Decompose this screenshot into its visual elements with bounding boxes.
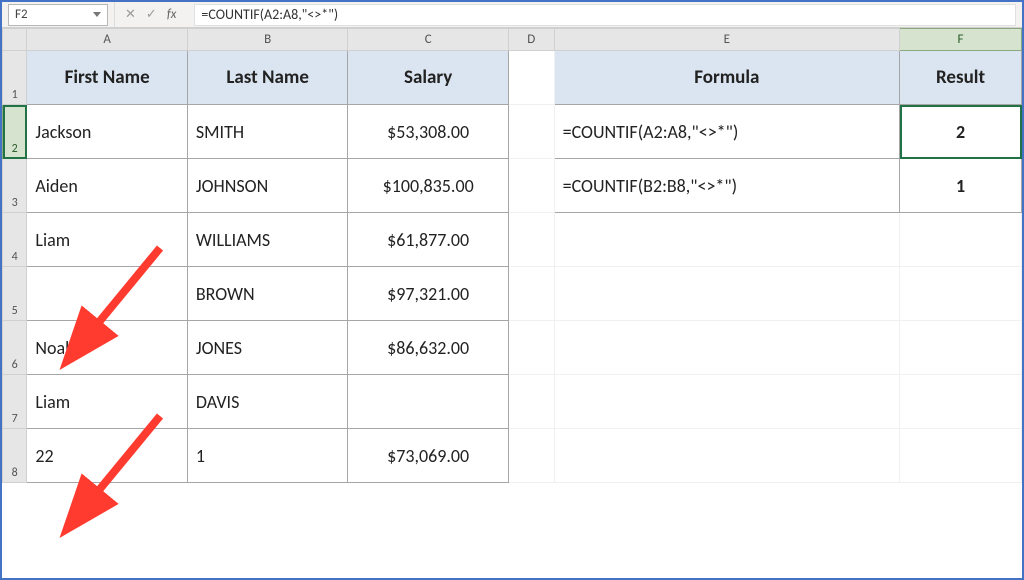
cell-E4[interactable]	[554, 213, 899, 267]
row-header-2[interactable]: 2	[3, 105, 27, 159]
grid: A B C D E F 1 First Name Last Name Salar…	[2, 28, 1022, 483]
row-header-5[interactable]: 5	[3, 267, 27, 321]
formula-bar-buttons: ✕ ✓ fx	[114, 2, 194, 27]
formula-text: =COUNTIF(A2:A8,"<>*")	[201, 6, 338, 23]
formula-bar: F2 ✕ ✓ fx =COUNTIF(A2:A8,"<>*")	[2, 2, 1022, 28]
col-header-F[interactable]: F	[900, 29, 1022, 51]
cell-B6[interactable]: JONES	[187, 321, 348, 375]
cell-D1[interactable]	[508, 51, 554, 105]
col-header-A[interactable]: A	[27, 29, 188, 51]
col-header-E[interactable]: E	[554, 29, 899, 51]
name-box-dropdown-icon[interactable]	[93, 12, 101, 17]
cell-D3[interactable]	[508, 159, 554, 213]
cell-A3[interactable]: Aiden	[27, 159, 188, 213]
cell-B5[interactable]: BROWN	[187, 267, 348, 321]
row-header-3[interactable]: 3	[3, 159, 27, 213]
cell-D2[interactable]	[508, 105, 554, 159]
cell-B8[interactable]: 1	[187, 429, 348, 483]
col-header-D[interactable]: D	[508, 29, 554, 51]
cell-A2[interactable]: Jackson	[27, 105, 188, 159]
header-formula[interactable]: Formula	[554, 51, 899, 105]
row-header-8[interactable]: 8	[3, 429, 27, 483]
cell-E6[interactable]	[554, 321, 899, 375]
select-all-corner[interactable]	[3, 29, 27, 51]
cell-B2[interactable]: SMITH	[187, 105, 348, 159]
cell-F5[interactable]	[900, 267, 1022, 321]
cell-F7[interactable]	[900, 375, 1022, 429]
confirm-icon[interactable]: ✓	[146, 7, 157, 22]
cell-F8[interactable]	[900, 429, 1022, 483]
cell-D6[interactable]	[508, 321, 554, 375]
col-header-B[interactable]: B	[187, 29, 348, 51]
cell-D4[interactable]	[508, 213, 554, 267]
cell-E7[interactable]	[554, 375, 899, 429]
cell-C2[interactable]: $53,308.00	[348, 105, 509, 159]
cell-C7[interactable]	[348, 375, 509, 429]
row-header-7[interactable]: 7	[3, 375, 27, 429]
cell-D8[interactable]	[508, 429, 554, 483]
cell-A7[interactable]: Liam	[27, 375, 188, 429]
cell-B3[interactable]: JOHNSON	[187, 159, 348, 213]
row-header-1[interactable]: 1	[3, 51, 27, 105]
cell-A6[interactable]: Noah	[27, 321, 188, 375]
cell-C5[interactable]: $97,321.00	[348, 267, 509, 321]
name-box[interactable]: F2	[8, 4, 108, 26]
header-salary[interactable]: Salary	[348, 51, 509, 105]
cell-B4[interactable]: WILLIAMS	[187, 213, 348, 267]
cell-C3[interactable]: $100,835.00	[348, 159, 509, 213]
column-headers: A B C D E F	[3, 29, 1022, 51]
cell-C4[interactable]: $61,877.00	[348, 213, 509, 267]
cancel-icon[interactable]: ✕	[125, 7, 136, 22]
cell-F2[interactable]: 2	[900, 105, 1022, 159]
cell-A4[interactable]: Liam	[27, 213, 188, 267]
cell-D7[interactable]	[508, 375, 554, 429]
cell-F6[interactable]	[900, 321, 1022, 375]
fx-icon[interactable]: fx	[167, 7, 177, 22]
cell-E5[interactable]	[554, 267, 899, 321]
header-result[interactable]: Result	[900, 51, 1022, 105]
cell-E2[interactable]: =COUNTIF(A2:A8,"<>*")	[554, 105, 899, 159]
header-last-name[interactable]: Last Name	[187, 51, 348, 105]
cell-C6[interactable]: $86,632.00	[348, 321, 509, 375]
cell-A8[interactable]: 22	[27, 429, 188, 483]
cell-E8[interactable]	[554, 429, 899, 483]
formula-input[interactable]: =COUNTIF(A2:A8,"<>*")	[194, 4, 1016, 26]
row-header-4[interactable]: 4	[3, 213, 27, 267]
cell-E3[interactable]: =COUNTIF(B2:B8,"<>*")	[554, 159, 899, 213]
cell-B7[interactable]: DAVIS	[187, 375, 348, 429]
cell-F3[interactable]: 1	[900, 159, 1022, 213]
cell-A5[interactable]	[27, 267, 188, 321]
col-header-C[interactable]: C	[348, 29, 509, 51]
name-box-value: F2	[15, 7, 28, 22]
cell-C8[interactable]: $73,069.00	[348, 429, 509, 483]
cell-F4[interactable]	[900, 213, 1022, 267]
row-header-6[interactable]: 6	[3, 321, 27, 375]
header-first-name[interactable]: First Name	[27, 51, 188, 105]
cell-D5[interactable]	[508, 267, 554, 321]
